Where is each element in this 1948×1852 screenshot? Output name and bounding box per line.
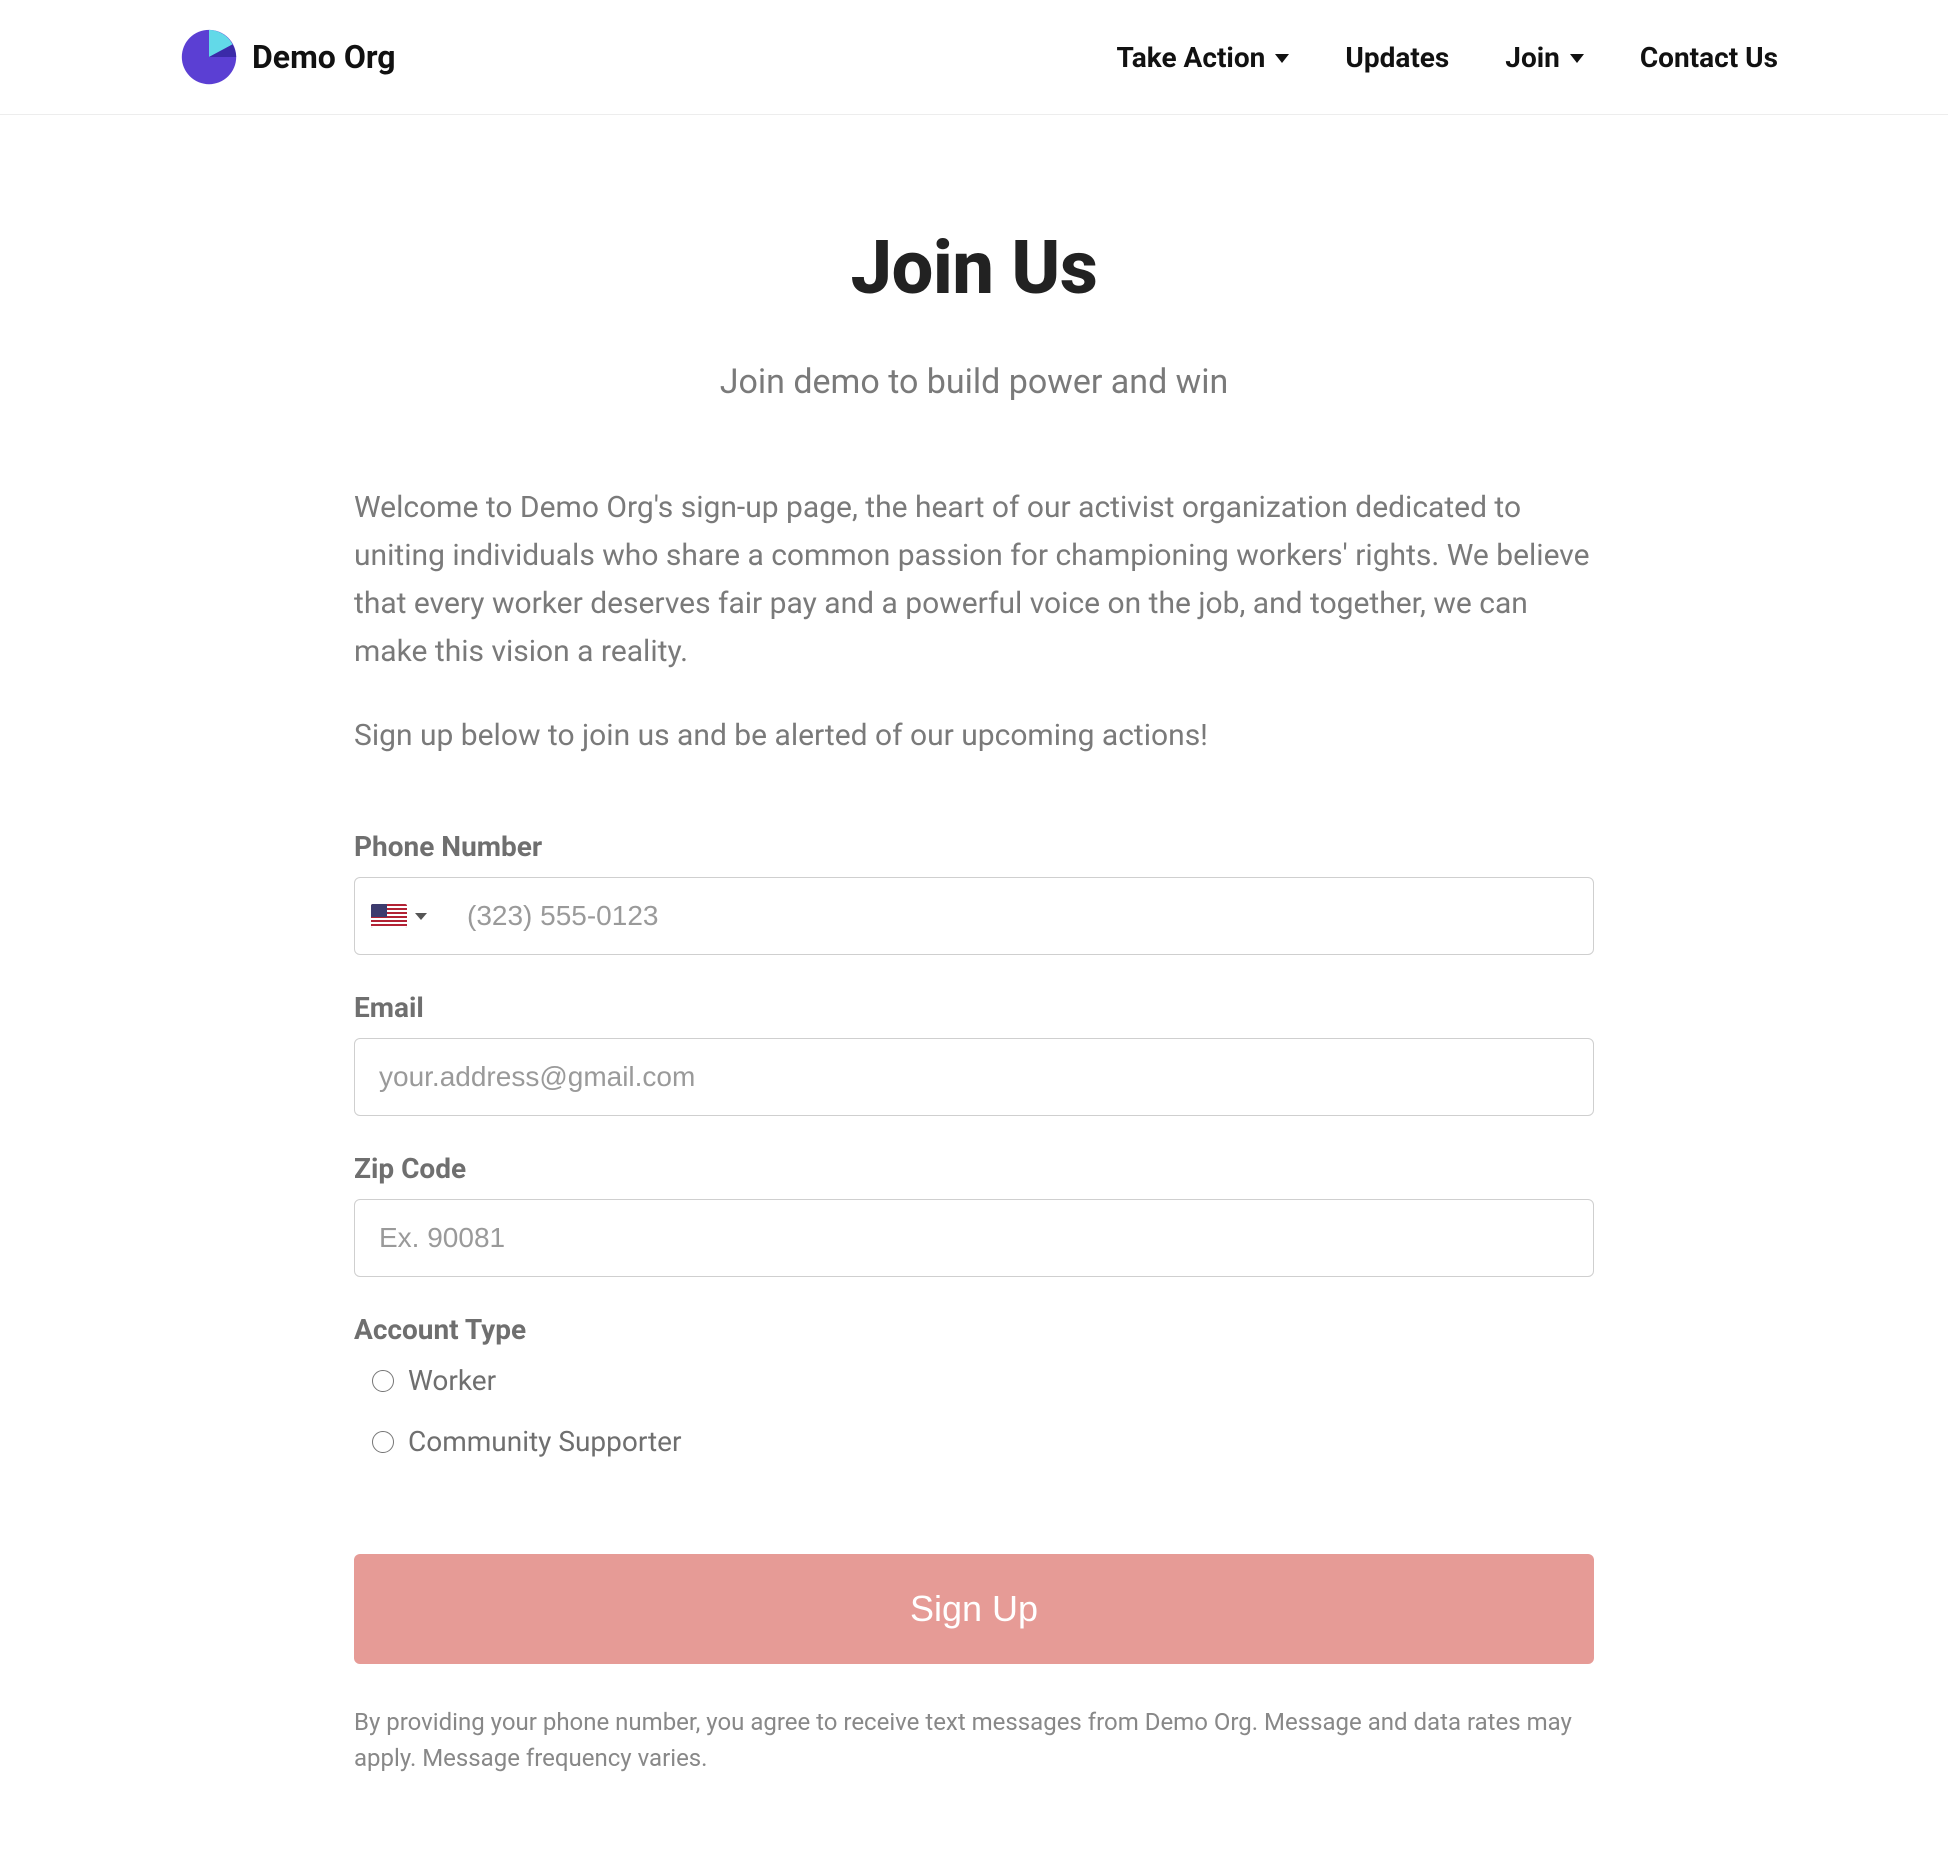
radio-label: Worker (408, 1364, 496, 1397)
intro-paragraph: Sign up below to join us and be alerted … (354, 712, 1594, 760)
field-label: Phone Number (354, 830, 1594, 863)
brand-name: Demo Org (252, 38, 396, 76)
account-type-options: Worker Community Supporter (354, 1364, 1594, 1458)
field-label: Account Type (354, 1313, 1594, 1346)
account-type-field: Account Type Worker Community Supporter (354, 1313, 1594, 1458)
field-label: Zip Code (354, 1152, 1594, 1185)
nav-label: Contact Us (1640, 41, 1778, 74)
radio-input[interactable] (372, 1370, 394, 1392)
logo-icon (180, 28, 238, 86)
nav-contact-us[interactable]: Contact Us (1640, 41, 1778, 74)
country-code-selector[interactable] (355, 878, 445, 954)
radio-input[interactable] (372, 1431, 394, 1453)
radio-label: Community Supporter (408, 1425, 682, 1458)
hero: Join Us Join demo to build power and win (354, 225, 1594, 402)
zip-field: Zip Code (354, 1152, 1594, 1277)
page-subtitle: Join demo to build power and win (354, 362, 1594, 402)
field-label: Email (354, 991, 1594, 1024)
nav-updates[interactable]: Updates (1345, 41, 1449, 74)
us-flag-icon (371, 904, 407, 928)
signup-button[interactable]: Sign Up (354, 1554, 1594, 1664)
nav-join[interactable]: Join (1505, 41, 1584, 74)
nav-label: Take Action (1117, 41, 1266, 74)
email-input[interactable] (354, 1038, 1594, 1116)
page-title: Join Us (354, 225, 1594, 312)
sms-disclaimer: By providing your phone number, you agre… (354, 1704, 1594, 1776)
intro-copy: Welcome to Demo Org's sign-up page, the … (354, 484, 1594, 760)
primary-nav: Take Action Updates Join Contact Us (1117, 41, 1778, 74)
phone-input[interactable] (445, 878, 1593, 954)
zip-input[interactable] (354, 1199, 1594, 1277)
nav-label: Join (1505, 41, 1560, 74)
site-header: Demo Org Take Action Updates Join Contac… (0, 0, 1948, 115)
intro-paragraph: Welcome to Demo Org's sign-up page, the … (354, 484, 1594, 676)
signup-form: Phone Number (354, 830, 1594, 1776)
phone-field: Phone Number (354, 830, 1594, 955)
chevron-down-icon (1275, 54, 1289, 63)
brand[interactable]: Demo Org (180, 28, 396, 86)
nav-take-action[interactable]: Take Action (1117, 41, 1290, 74)
phone-input-row (354, 877, 1594, 955)
chevron-down-icon (415, 913, 427, 920)
account-type-option-worker[interactable]: Worker (354, 1364, 1594, 1397)
email-field: Email (354, 991, 1594, 1116)
chevron-down-icon (1570, 54, 1584, 63)
nav-label: Updates (1345, 41, 1449, 74)
account-type-option-community-supporter[interactable]: Community Supporter (354, 1425, 1594, 1458)
